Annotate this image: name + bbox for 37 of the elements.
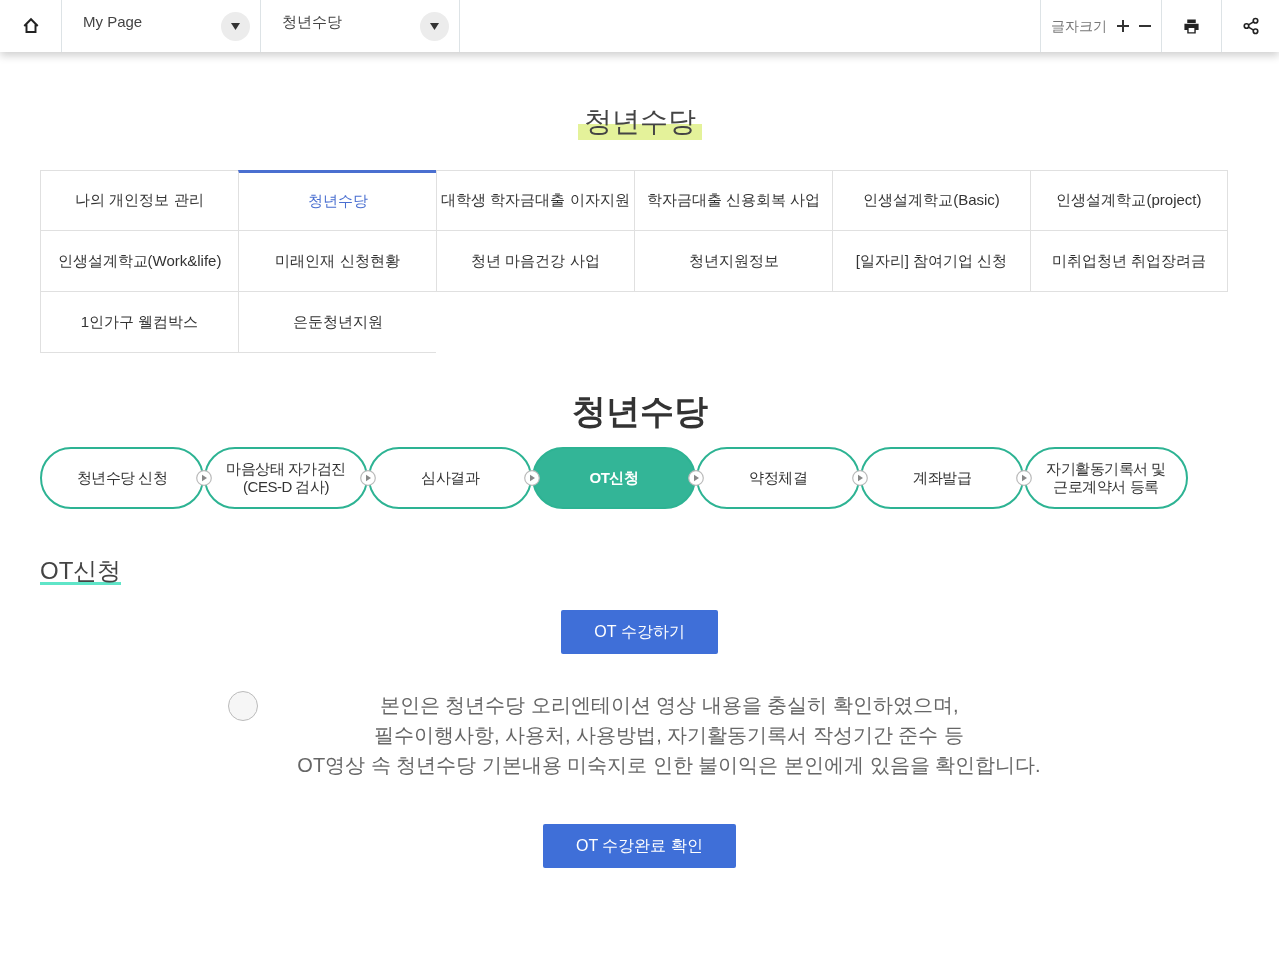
step-button[interactable]: 심사결과 <box>368 447 532 509</box>
breadcrumb-dropdown[interactable]: 청년수당 <box>261 0 460 52</box>
step-button[interactable]: 마음상태 자가검진 (CES-D 검사) <box>204 447 368 509</box>
breadcrumb-dropdown[interactable]: My Page <box>62 0 261 52</box>
home-icon <box>21 17 40 35</box>
step-button[interactable]: 청년수당 신청 <box>40 447 204 509</box>
menu-tab[interactable]: 청년수당 <box>238 170 436 231</box>
menu-tab[interactable]: [일자리] 참여기업 신청 <box>832 231 1030 292</box>
menu-tab[interactable]: 은둔청년지원 <box>238 292 436 353</box>
menu-tab[interactable]: 1인가구 웰컴박스 <box>40 292 238 353</box>
menu-tab[interactable]: 대학생 학자금대출 이자지원 <box>436 170 634 231</box>
menu-tab[interactable]: 인생설계학교(Work&life) <box>40 231 238 292</box>
menu-tab[interactable]: 미취업청년 취업장려금 <box>1030 231 1228 292</box>
menu-tab[interactable]: 미래인재 신청현황 <box>238 231 436 292</box>
plus-icon <box>1117 20 1129 32</box>
menu-tab[interactable]: 청년 마음건강 사업 <box>436 231 634 292</box>
caret-icon <box>231 22 240 30</box>
step-button[interactable]: 계좌발급 <box>860 447 1024 509</box>
font-size-label: 글자크기 <box>1051 16 1107 36</box>
watch-ot-button[interactable]: OT 수강하기 <box>561 610 718 654</box>
menu-tab[interactable]: 청년지원정보 <box>634 231 832 292</box>
section-title: 청년수당 <box>570 391 709 432</box>
agreement-text: 본인은 청년수당 오리엔테이션 영상 내용을 충실히 확인하였으며, 필수이행사항, 사용처, 사용방법, 자기활동기록서 작성기간 준수 등 OT영상 속 청년수당 기본내용 미숙지로 인한 불이익은 본인에게 있음을 확인합니다. <box>296 693 1042 778</box>
step-button[interactable]: 자기활동기록서 및 근로계약서 등록 <box>1024 447 1188 509</box>
caret-icon <box>430 22 439 30</box>
menu-tab[interactable]: 나의 개인정보 관리 <box>40 170 238 231</box>
menu-tab[interactable]: 인생설계학교(Basic) <box>832 170 1030 231</box>
step-button[interactable]: 약정체결 <box>696 447 860 509</box>
printer-icon <box>1183 17 1200 35</box>
plus-button[interactable] <box>1117 20 1129 32</box>
confirm-ot-button[interactable]: OT 수강완료 확인 <box>543 824 736 868</box>
dropdown-button[interactable] <box>221 11 250 41</box>
agreement-radio[interactable] <box>228 691 258 721</box>
menu-tab[interactable]: 인생설계학교(project) <box>1030 170 1228 231</box>
share-icon <box>1241 17 1260 35</box>
menu-tab[interactable]: 학자금대출 신용회복 사업 <box>634 170 832 231</box>
dropdown-button[interactable] <box>420 11 449 41</box>
